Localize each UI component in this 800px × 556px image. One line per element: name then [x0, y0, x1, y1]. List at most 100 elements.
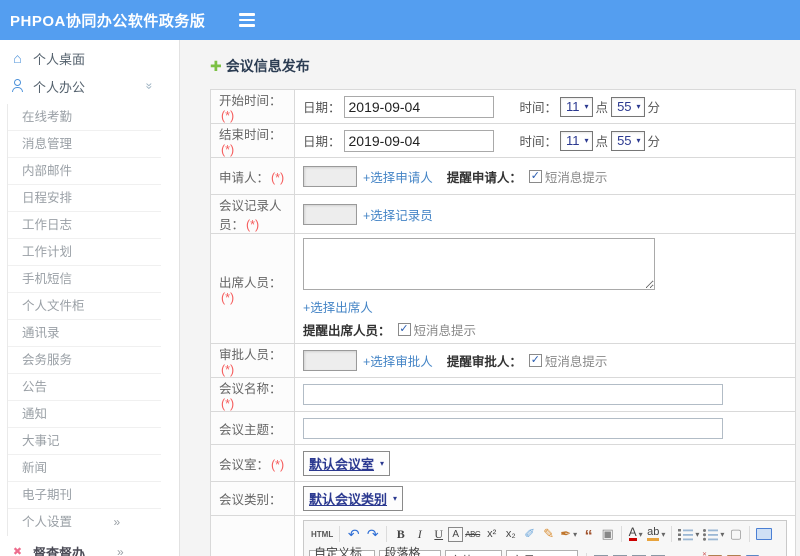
paste-text-icon[interactable]: ▣ [598, 524, 617, 544]
sidebar-item-office[interactable]: 个人办公 » [0, 72, 179, 100]
sidebar-item-supervision[interactable]: ✖ 督查督办 » [0, 538, 179, 556]
align-justify-icon[interactable] [648, 551, 667, 556]
sms-label: 短消息提示 [544, 170, 608, 185]
ordered-list-icon[interactable]: ▾ [676, 524, 701, 544]
chevron-down-icon: ▾ [393, 494, 398, 503]
sidebar-subitem[interactable]: 手机短信 [8, 266, 161, 293]
chevron-down-icon: ▾ [638, 529, 643, 539]
date-label: 日期： [303, 101, 341, 115]
sidebar-subitem[interactable]: 会务服务 [8, 347, 161, 374]
unlink-icon[interactable]: ∞ [686, 551, 708, 556]
meeting-category-select[interactable]: 默认会议类别 ▾ [303, 486, 404, 511]
sidebar-subitem[interactable]: 工作日志 [8, 212, 161, 239]
sidebar-subitem[interactable]: 新闻 [8, 455, 161, 482]
page-title: ✚ 会议信息发布 [210, 56, 800, 76]
sidebar-subitem[interactable]: 通讯录 [8, 320, 161, 347]
sms-checkbox[interactable]: ✓ [397, 323, 411, 336]
insert-media-icon[interactable]: ▶ [743, 551, 762, 556]
sidebar-subitem[interactable]: 大事记 [8, 428, 161, 455]
sidebar-subitem[interactable]: 公告 [8, 374, 161, 401]
menu-icon[interactable] [239, 13, 256, 27]
upload-image-icon[interactable] [724, 551, 743, 556]
subscript-icon[interactable]: x₂ [501, 524, 520, 544]
sidebar-subitem[interactable]: 通知 [8, 401, 161, 428]
required-mark: (*) [221, 397, 235, 411]
field-label: 结束时间： [219, 128, 282, 142]
sidebar-subitem[interactable]: 电子期刊 [8, 482, 161, 509]
eraser-icon[interactable]: ✐ [520, 524, 539, 544]
blockquote-icon[interactable]: “ [579, 524, 598, 545]
underline-icon[interactable]: U [429, 524, 448, 544]
date-label: 日期： [303, 135, 341, 149]
add-icon: ✚ [210, 57, 222, 74]
sidebar-subitem[interactable]: 消息管理 [8, 131, 161, 158]
sidebar-subitem[interactable]: 个人文件柜 [8, 293, 161, 320]
highlight-color-icon[interactable]: ab ▾ [645, 524, 667, 544]
start-minute-select[interactable]: 55 ▾ [611, 96, 645, 117]
insert-table-icon[interactable]: ▦ [762, 551, 781, 556]
paragraph-format-select[interactable]: 段落格式▾ [379, 546, 441, 556]
row-meeting-category: 会议类别： 默认会议类别 ▾ [210, 481, 796, 516]
choose-approver-link[interactable]: +选择审批人 [363, 351, 433, 370]
row-attendees: 出席人员：(*) +选择出席人 提醒出席人员： ✓ 短消息提示 [210, 233, 796, 344]
fullscreen-icon[interactable] [754, 524, 774, 544]
applicant-input[interactable] [303, 165, 357, 187]
choose-applicant-link[interactable]: +选择申请人 [363, 167, 433, 186]
paint-format-icon[interactable]: ✒ ▾ [558, 524, 579, 544]
field-label: 审批人员： [219, 348, 282, 362]
start-date-input[interactable] [343, 95, 494, 118]
toolbar-divider [339, 526, 341, 542]
sidebar-subitem[interactable]: 日程安排 [8, 185, 161, 212]
unordered-list-icon[interactable]: ▾ [701, 524, 726, 544]
choose-attendees-link[interactable]: +选择出席人 [303, 301, 373, 315]
recorder-input[interactable] [303, 203, 357, 225]
italic-icon[interactable]: I [410, 524, 429, 544]
meeting-name-input[interactable] [303, 384, 723, 405]
sms-label: 短消息提示 [413, 324, 477, 338]
sidebar-subitem[interactable]: 内部邮件 [8, 158, 161, 185]
insert-image-icon[interactable] [705, 551, 724, 556]
chevron-down-icon: ▾ [573, 529, 578, 539]
font-size-select[interactable]: 字号▾ [506, 550, 578, 556]
meeting-form: 开始时间：(*) 日期： 时间： 11▾ 点 55▾ 分 [210, 89, 796, 556]
toolbar-divider [749, 526, 751, 542]
chevron-down-icon: ▾ [661, 529, 666, 539]
superscript-icon[interactable]: x² [482, 524, 501, 544]
strikethrough-icon[interactable]: ABC [463, 524, 482, 544]
start-hour-select[interactable]: 11 ▾ [560, 96, 593, 117]
end-date-input[interactable] [343, 129, 494, 152]
field-label: 会议类别： [219, 493, 282, 507]
bold-icon[interactable]: B [391, 524, 410, 544]
sidebar-item-desktop[interactable]: ⌂ 个人桌面 [0, 44, 179, 72]
format-brush-icon[interactable]: ✎ [539, 524, 558, 544]
remind-applicant-label: 提醒申请人： [446, 170, 522, 185]
font-family-select[interactable]: 字体▾ [444, 550, 503, 556]
choose-recorder-link[interactable]: +选择记录员 [363, 205, 433, 224]
sms-checkbox[interactable]: ✓ [528, 169, 542, 183]
row-end-time: 结束时间：(*) 日期： 时间： 11▾ 点 55▾ 分 [210, 123, 796, 158]
sidebar-subitem[interactable]: 工作计划 [8, 239, 161, 266]
sidebar-subitem[interactable]: 在线考勤 [8, 104, 161, 131]
end-hour-select[interactable]: 11 ▾ [560, 130, 593, 151]
user-icon [10, 78, 25, 94]
font-style-icon[interactable]: A [448, 526, 464, 542]
align-center-icon[interactable] [610, 551, 629, 556]
meeting-room-select[interactable]: 默认会议室 ▾ [303, 450, 391, 476]
sidebar-item-label: 督查督办 [33, 545, 86, 556]
approver-input[interactable] [303, 350, 357, 371]
sms-checkbox[interactable]: ✓ [528, 354, 542, 367]
redo-icon[interactable]: ↷ [363, 524, 382, 544]
link-icon[interactable]: ∞ [667, 551, 686, 556]
undo-icon[interactable]: ↶ [344, 524, 363, 544]
new-page-icon[interactable]: ▢ [726, 524, 745, 544]
sidebar-item-settings[interactable]: 个人设置 » [8, 509, 161, 536]
sidebar: ⌂ 个人桌面 个人办公 » 在线考勤 消息管理 内部邮件 日程安排 工作日志 工… [0, 40, 180, 556]
meeting-subject-input[interactable] [303, 417, 723, 439]
end-minute-select[interactable]: 55 ▾ [611, 130, 645, 151]
html-source-button[interactable]: HTML [309, 524, 335, 544]
align-left-icon[interactable] [591, 551, 610, 556]
font-color-icon[interactable]: A ▾ [626, 524, 645, 544]
align-right-icon[interactable] [629, 551, 648, 556]
attendees-textarea[interactable] [303, 238, 655, 290]
heading-select[interactable]: 自定义标题▾ [309, 546, 376, 556]
